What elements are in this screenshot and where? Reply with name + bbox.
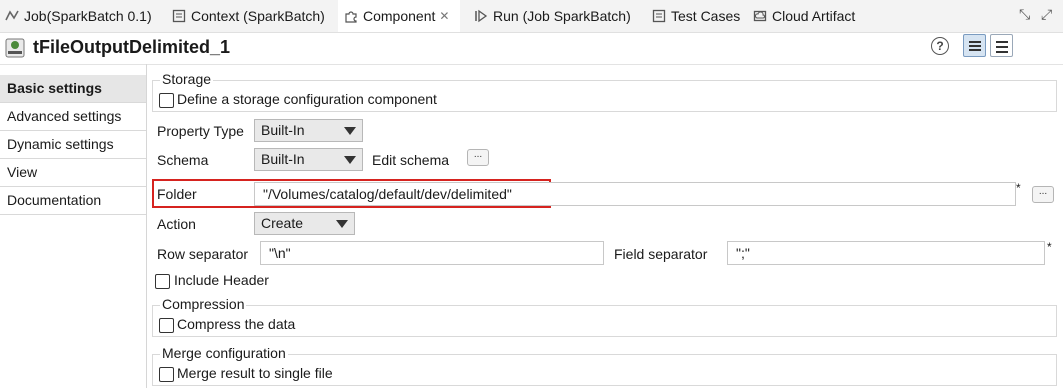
schema-select[interactable]: Built-In (254, 148, 363, 171)
compress-data-checkbox[interactable] (159, 318, 174, 333)
folder-required-marker: * (1016, 181, 1021, 195)
component-icon (345, 11, 357, 23)
component-header: tFileOutputDelimited_1 (0, 32, 1063, 65)
chevron-down-icon (344, 127, 356, 135)
edit-schema-button[interactable]: ... (467, 149, 489, 166)
maximize-icon[interactable]: ⤢ (1041, 6, 1052, 23)
nav-item-view[interactable]: View (0, 159, 146, 187)
tab-test-cases[interactable]: Test Cases (651, 0, 740, 32)
nav-item-documentation[interactable]: Documentation (0, 187, 146, 215)
editor-tab-bar: Job(SparkBatch 0.1) Context (SparkBatch)… (0, 0, 1063, 33)
schema-value: Built-In (261, 151, 305, 167)
property-type-label: Property Type (157, 123, 244, 139)
close-icon[interactable]: ✕ (439, 9, 449, 23)
define-storage-label: Define a storage configuration component (177, 91, 437, 107)
storage-group-title: Storage (160, 71, 214, 87)
tab-context[interactable]: Context (SparkBatch) (171, 0, 325, 32)
nav-item-advanced-settings[interactable]: Advanced settings (0, 103, 146, 131)
context-icon (172, 9, 186, 23)
tab-cloud-artifact-label: Cloud Artifact (772, 8, 856, 24)
folder-label: Folder (157, 186, 197, 202)
field-separator-input[interactable]: ";" (727, 241, 1045, 265)
nav-item-basic-settings[interactable]: Basic settings (0, 75, 146, 103)
tab-job[interactable]: Job(SparkBatch 0.1) (4, 0, 152, 32)
tab-job-label: Job(SparkBatch 0.1) (24, 8, 152, 24)
table-view-button[interactable] (963, 34, 986, 57)
nav-divider (146, 64, 147, 388)
help-icon[interactable]: ? (931, 37, 949, 55)
run-icon (475, 9, 488, 23)
tab-cloud-artifact[interactable]: Cloud Artifact (752, 0, 855, 32)
cloud-artifact-icon (753, 10, 767, 22)
job-icon (5, 10, 19, 21)
include-header-checkbox[interactable] (155, 274, 170, 289)
row-separator-input[interactable]: "\n" (260, 241, 604, 265)
property-type-select[interactable]: Built-In (254, 119, 363, 142)
include-header-label: Include Header (174, 272, 269, 288)
folder-input[interactable]: "/Volumes/catalog/default/dev/delimited" (254, 182, 1016, 206)
merge-single-file-label: Merge result to single file (177, 365, 333, 381)
component-title: tFileOutputDelimited_1 (33, 37, 231, 57)
chevron-down-icon (344, 156, 356, 164)
minimize-icon[interactable]: ⤡ (1019, 6, 1030, 23)
merge-single-file-checkbox[interactable] (159, 367, 174, 382)
row-separator-label: Row separator (157, 246, 249, 262)
tab-test-cases-label: Test Cases (671, 8, 741, 24)
compression-group-title: Compression (160, 296, 247, 312)
field-separator-label: Field separator (614, 246, 708, 262)
tfileoutputdelimited-component-icon (5, 38, 25, 58)
merge-configuration-group-title: Merge configuration (160, 345, 288, 361)
tab-run-label: Run (Job SparkBatch) (493, 8, 631, 24)
action-label: Action (157, 216, 196, 232)
list-view-button[interactable] (990, 34, 1013, 57)
test-cases-icon (652, 9, 666, 23)
settings-nav: Basic settings Advanced settings Dynamic… (0, 75, 146, 215)
tab-component[interactable]: Component ✕ (338, 0, 460, 32)
field-separator-required-marker: * (1047, 240, 1052, 254)
compress-data-label: Compress the data (177, 316, 296, 332)
folder-browse-button[interactable]: ... (1032, 186, 1054, 203)
tab-context-label: Context (SparkBatch) (191, 8, 325, 24)
chevron-down-icon (336, 220, 348, 228)
nav-item-dynamic-settings[interactable]: Dynamic settings (0, 131, 146, 159)
property-type-value: Built-In (261, 122, 305, 138)
tab-component-label: Component (363, 8, 436, 24)
action-select[interactable]: Create (254, 212, 355, 235)
edit-schema-label: Edit schema (372, 152, 450, 168)
action-value: Create (261, 215, 304, 231)
tab-run[interactable]: Run (Job SparkBatch) (473, 0, 631, 32)
define-storage-checkbox[interactable] (159, 93, 174, 108)
schema-label: Schema (157, 152, 209, 168)
